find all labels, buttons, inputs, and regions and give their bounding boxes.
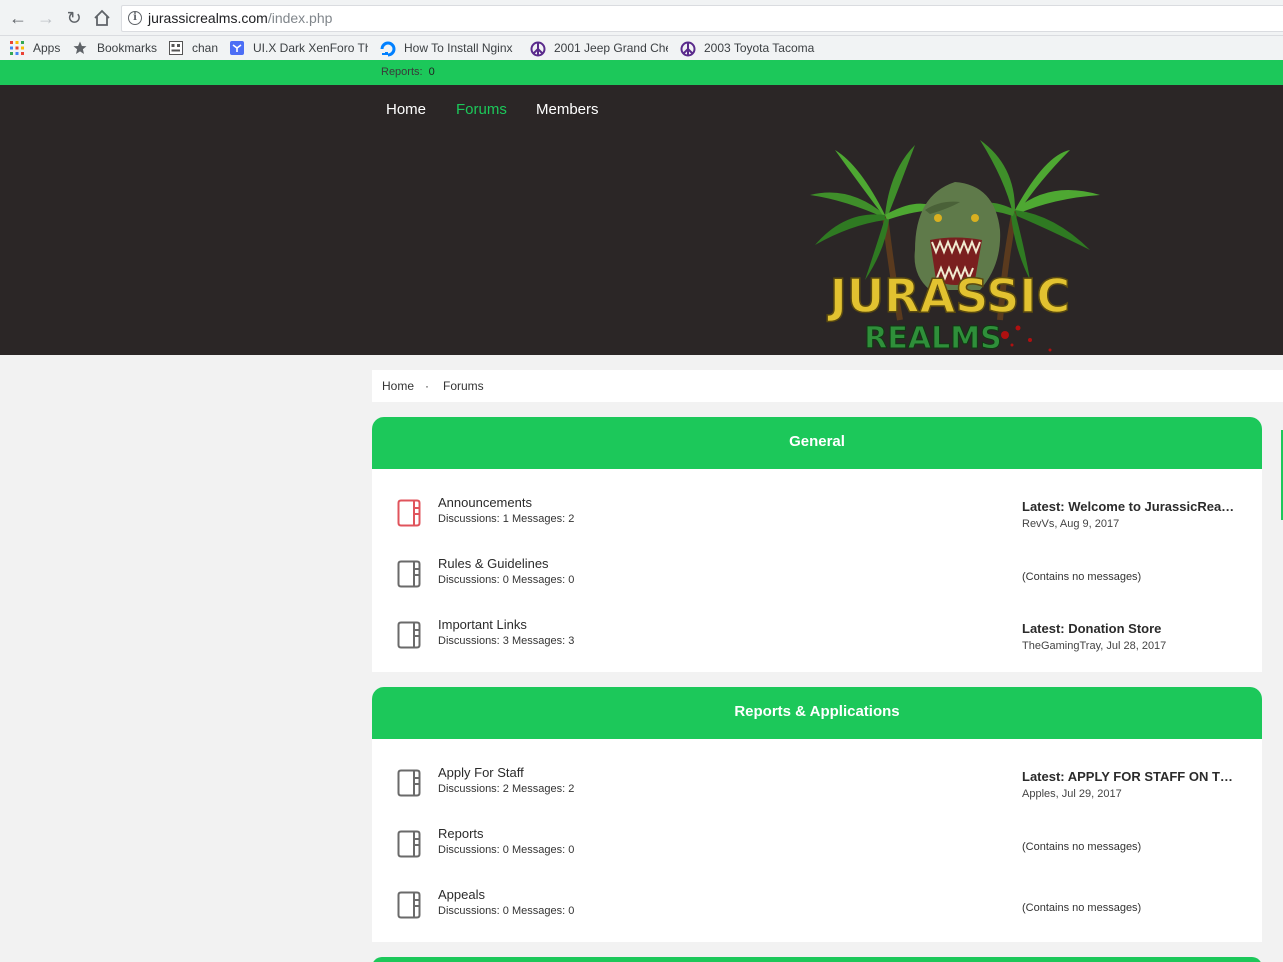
latest-post-title[interactable]: Latest: APPLY FOR STAFF ON THE FORUMS: [1022, 769, 1237, 784]
reports-count: 0: [428, 66, 435, 78]
forum-stats: Discussions: 2 Messages: 2: [438, 783, 575, 795]
site-header: Home Forums Members JURASSIC REALMS: [0, 85, 1283, 357]
forum-stats: Discussions: 3 Messages: 3: [438, 635, 575, 647]
latest-post-meta[interactable]: RevVs, Aug 9, 2017: [1022, 518, 1119, 530]
chan-icon: [169, 41, 183, 55]
category-general: General Announcements Discussions: 1 Mes…: [372, 417, 1262, 672]
bookmark-label: chan: [192, 41, 219, 55]
nav-forums[interactable]: Forums: [456, 101, 507, 118]
forum-appeals[interactable]: Appeals Discussions: 0 Messages: 0 (Cont…: [372, 882, 1262, 943]
breadcrumb-home[interactable]: Home: [382, 379, 414, 393]
bookmark-apps[interactable]: Apps: [10, 36, 60, 60]
nav-members[interactable]: Members: [536, 101, 599, 118]
url-text: jurassicrealms.com/index.php: [148, 10, 332, 26]
forum-icon: [397, 830, 421, 858]
forum-stats: Discussions: 1 Messages: 2: [438, 513, 575, 525]
latest-post-meta[interactable]: Apples, Jul 29, 2017: [1022, 788, 1122, 800]
forum-icon: [397, 891, 421, 919]
forum-stats: Discussions: 0 Messages: 0: [438, 905, 575, 917]
xenforo-icon: [230, 41, 244, 55]
bookmark-uix[interactable]: UI.X Dark XenForo Th: [230, 36, 368, 60]
nav-home[interactable]: Home: [386, 101, 426, 118]
home-icon[interactable]: [90, 6, 114, 30]
forum-apply-for-staff[interactable]: Apply For Staff Discussions: 2 Messages:…: [372, 760, 1262, 821]
forum-rules[interactable]: Rules & Guidelines Discussions: 0 Messag…: [372, 551, 1262, 612]
bookmark-label: Apps: [33, 41, 61, 55]
top-strip: [0, 60, 1283, 85]
forward-arrow-icon[interactable]: →: [34, 6, 58, 30]
forum-stats: Discussions: 0 Messages: 0: [438, 574, 575, 586]
back-arrow-icon[interactable]: ←: [6, 6, 30, 30]
forum-title[interactable]: Appeals: [438, 887, 485, 902]
forum-important-links[interactable]: Important Links Discussions: 3 Messages:…: [372, 612, 1262, 673]
address-bar[interactable]: i jurassicrealms.com/index.php: [121, 5, 1283, 32]
forum-announcements[interactable]: Announcements Discussions: 1 Messages: 2…: [372, 490, 1262, 551]
breadcrumb: Home · Forums: [372, 370, 1283, 402]
digitalocean-icon: [380, 41, 396, 57]
forum-reports[interactable]: Reports Discussions: 0 Messages: 0 (Cont…: [372, 821, 1262, 882]
url-path: /index.php: [267, 10, 333, 26]
forum-title[interactable]: Reports: [438, 826, 484, 841]
apps-grid-icon: [10, 41, 24, 55]
logo-line2: REALMS: [864, 321, 1001, 355]
bookmark-nginx[interactable]: How To Install Nginx: [380, 36, 516, 60]
no-messages-text: (Contains no messages): [1022, 571, 1142, 583]
forum-icon-unread: [397, 499, 421, 527]
forum-icon: [397, 560, 421, 588]
forum-title[interactable]: Important Links: [438, 617, 527, 632]
bookmark-label: 2003 Toyota Tacoma: [704, 41, 815, 55]
forum-title[interactable]: Announcements: [438, 495, 532, 510]
category-title[interactable]: Reports & Applications: [372, 687, 1262, 739]
latest-post-title[interactable]: Latest: Welcome to JurassicRealms!: [1022, 499, 1237, 514]
browser-toolbar: ← → ↻ i jurassicrealms.com/index.php: [0, 0, 1283, 36]
bookmark-label: 2001 Jeep Grand Che: [554, 41, 668, 55]
next-category-header: [372, 957, 1262, 962]
forum-icon: [397, 769, 421, 797]
bookmark-label: How To Install Nginx: [404, 41, 513, 55]
bookmark-label: Bookmarks: [97, 41, 158, 55]
logo-line1: JURASSIC: [827, 269, 1071, 323]
bookmark-tacoma[interactable]: 2003 Toyota Tacoma: [680, 36, 818, 60]
reports-indicator[interactable]: Reports: 0: [381, 66, 435, 78]
no-messages-text: (Contains no messages): [1022, 902, 1142, 914]
category-title[interactable]: General: [372, 417, 1262, 469]
no-messages-text: (Contains no messages): [1022, 841, 1142, 853]
peace-icon: [680, 41, 696, 57]
forum-stats: Discussions: 0 Messages: 0: [438, 844, 575, 856]
star-icon: [73, 41, 87, 55]
forum-title[interactable]: Apply For Staff: [438, 765, 524, 780]
site-logo[interactable]: JURASSIC REALMS: [790, 140, 1110, 357]
latest-post-title[interactable]: Latest: Donation Store: [1022, 621, 1161, 636]
forum-icon: [397, 621, 421, 649]
bookmarks-bar: Apps Bookmarks chan UI.X Dark XenForo Th…: [0, 36, 1283, 60]
reload-icon[interactable]: ↻: [62, 6, 86, 30]
bookmark-chan[interactable]: chan: [169, 36, 218, 60]
blood-splatter-icon: [1001, 325, 1052, 352]
bookmark-jeep[interactable]: 2001 Jeep Grand Che: [530, 36, 668, 60]
url-host: jurassicrealms.com: [148, 10, 268, 26]
bookmark-label: UI.X Dark XenForo Th: [253, 41, 368, 55]
breadcrumb-separator: ·: [425, 379, 429, 393]
latest-post-meta[interactable]: TheGamingTray, Jul 28, 2017: [1022, 640, 1166, 652]
bookmark-bookmarks[interactable]: Bookmarks: [73, 36, 157, 60]
forum-title[interactable]: Rules & Guidelines: [438, 556, 549, 571]
site-info-icon[interactable]: i: [128, 11, 142, 25]
breadcrumb-forums[interactable]: Forums: [443, 379, 484, 393]
category-reports-applications: Reports & Applications Apply For Staff D…: [372, 687, 1262, 942]
logo-wordmark: JURASSIC REALMS: [826, 268, 1071, 356]
peace-icon: [530, 41, 546, 57]
reports-label: Reports:: [381, 66, 423, 78]
